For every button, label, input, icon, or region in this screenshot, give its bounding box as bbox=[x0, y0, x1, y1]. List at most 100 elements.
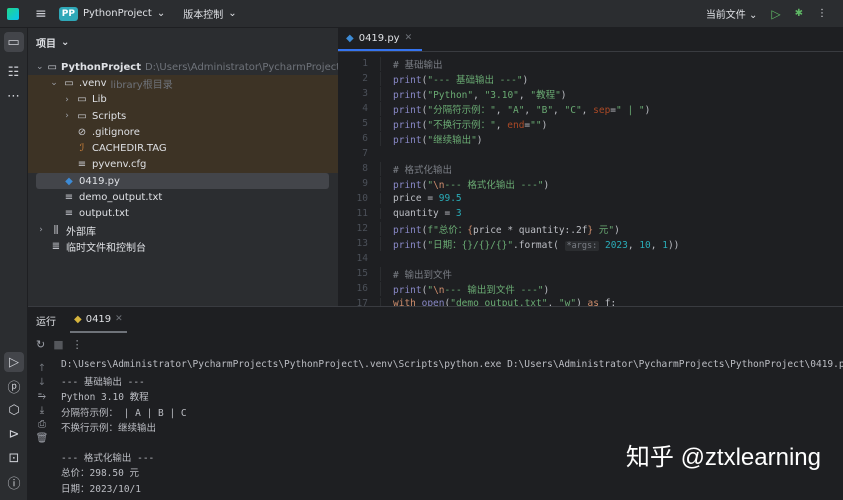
run-panel: 运行 ◆ 0419 ✕ ↻ ■ ⋮ ↑ ↓ ⥱ ⤓ ⎙ 🗑 D:\Users\Adm… bbox=[28, 306, 843, 500]
code-token: end bbox=[507, 119, 525, 131]
line-content: price = 99.5 bbox=[380, 193, 462, 204]
editor: ◆ 0419.py ✕ 1 # 基础输出 2 print("--- 基础输出 ---") 3… bbox=[338, 27, 843, 309]
pycharm-logo-icon bbox=[7, 7, 19, 20]
code-token: price * quantity:.2f bbox=[473, 224, 588, 236]
code-token: "Python" bbox=[427, 89, 474, 101]
main-menu-icon[interactable]: ≡ bbox=[35, 6, 47, 22]
code-token: , bbox=[518, 89, 531, 101]
code-token: "B" bbox=[535, 104, 554, 116]
code-token: print bbox=[393, 239, 422, 251]
project-badge: PP bbox=[58, 6, 78, 21]
tab-0419-py[interactable]: ◆ 0419.py ✕ bbox=[338, 27, 423, 51]
project-panel: 项目 ⌄ ⌄ ▭ PythonProject D:\Users\Administrato… bbox=[28, 28, 408, 306]
structure-tool-icon[interactable]: ☷ bbox=[4, 62, 24, 82]
code-token: 10 bbox=[639, 239, 651, 251]
chevron-right-icon[interactable]: › bbox=[62, 95, 72, 105]
more-tools-icon[interactable]: ⋯ bbox=[4, 86, 24, 106]
tree-item[interactable]: › ⫼ 外部库 bbox=[28, 222, 338, 238]
line-number: 12 bbox=[356, 223, 368, 234]
line-number: 11 bbox=[356, 208, 368, 219]
scratch-icon: ≣ bbox=[51, 240, 61, 252]
code-area[interactable]: 1 # 基础输出 2 print("--- 基础输出 ---") 3 print("Pyt… bbox=[338, 52, 843, 311]
tree-item[interactable]: ⌄ ▭ .venv library根目录 bbox=[28, 75, 338, 92]
folder-icon: ▭ bbox=[47, 61, 57, 73]
python-packages-icon[interactable]: ⬡ bbox=[4, 400, 24, 420]
tree-item[interactable]: ≡ pyvenv.cfg bbox=[28, 156, 338, 174]
close-icon[interactable]: ✕ bbox=[405, 33, 413, 43]
rerun-icon[interactable]: ↻ bbox=[36, 338, 45, 351]
run-config-selector[interactable]: 当前文件 ⌄ bbox=[706, 6, 758, 21]
vcs-menu[interactable]: 版本控制 ⌄ bbox=[183, 6, 236, 21]
chevron-down-icon[interactable]: ⌄ bbox=[49, 78, 59, 88]
code-token: , bbox=[581, 104, 594, 116]
code-token: , bbox=[524, 104, 536, 116]
services-icon[interactable]: ⊳ bbox=[4, 424, 24, 444]
scroll-to-end-icon[interactable]: ⤓ bbox=[40, 405, 44, 416]
line-number: 4 bbox=[362, 103, 368, 114]
line-content: print("日期：{}/{}/{}".format( *args: 2023,… bbox=[380, 236, 679, 251]
project-tool-icon[interactable]: ▭ bbox=[3, 32, 24, 52]
scroll-up-icon[interactable]: ↑ bbox=[38, 363, 46, 374]
tree-item[interactable]: ≡ output.txt bbox=[28, 206, 338, 222]
code-token: print bbox=[393, 104, 422, 116]
project-panel-header[interactable]: 项目 ⌄ bbox=[28, 28, 338, 56]
line-content: print("\n--- 格式化输出 ---") bbox=[380, 176, 549, 191]
terminal-icon[interactable]: ⊡ bbox=[4, 448, 24, 468]
code-line: 2 print("--- 基础输出 ---") bbox=[338, 71, 843, 86]
line-content: # 输出到文件 bbox=[380, 266, 452, 281]
code-token: # 格式化输出 bbox=[393, 164, 452, 176]
python-console-icon[interactable]: ⓟ bbox=[4, 376, 24, 396]
code-token: \n bbox=[433, 284, 445, 296]
more-icon[interactable]: ⋮ bbox=[72, 338, 83, 351]
tree-item-label: .venv bbox=[79, 77, 107, 89]
tree-item[interactable]: ◆ 0419.py bbox=[36, 173, 329, 190]
soft-wrap-icon[interactable]: ⥱ bbox=[38, 391, 46, 402]
code-token: "分隔符示例：" bbox=[427, 104, 496, 116]
code-token: quantity = bbox=[393, 208, 456, 219]
code-token: ) bbox=[644, 104, 651, 116]
more-icon[interactable]: ⋮ bbox=[817, 8, 827, 19]
tree-item[interactable]: ⌄ ▭ PythonProject D:\Users\Administrator\Py… bbox=[28, 59, 408, 75]
tree-item[interactable]: ⊘ .gitignore bbox=[28, 124, 338, 141]
trash-icon[interactable]: 🗑 bbox=[36, 433, 49, 444]
scroll-down-icon[interactable]: ↓ bbox=[38, 377, 46, 388]
chevron-down-icon[interactable]: ⌄ bbox=[36, 62, 44, 72]
code-token: "A" bbox=[507, 104, 525, 116]
tree-item[interactable]: › ▭ Lib bbox=[28, 91, 338, 108]
close-icon[interactable]: ✕ bbox=[115, 314, 123, 324]
stop-icon[interactable]: ■ bbox=[53, 338, 63, 351]
chevron-right-icon[interactable]: › bbox=[36, 225, 46, 235]
line-number: 2 bbox=[362, 73, 368, 84]
console-line: Python 3.10 教程 bbox=[61, 392, 149, 404]
tree-item-label: .gitignore bbox=[92, 126, 140, 138]
run-tab-0419[interactable]: ◆ 0419 ✕ bbox=[70, 307, 127, 333]
tree-item[interactable]: ℐ CACHEDIR.TAG bbox=[28, 140, 338, 157]
line-number: 13 bbox=[356, 238, 368, 249]
run-config-label: 当前文件 bbox=[705, 10, 746, 21]
console-side-tools: ↑ ↓ ⥱ ⤓ ⎙ 🗑 bbox=[30, 363, 54, 444]
tree-item[interactable]: ≡ demo_output.txt bbox=[28, 189, 338, 205]
tree-item[interactable]: › ▭ Scripts bbox=[28, 107, 338, 125]
tree-item-label: CACHEDIR.TAG bbox=[92, 143, 167, 155]
code-line: 7 bbox=[338, 146, 843, 161]
code-token: "--- 基础输出 ---" bbox=[427, 74, 523, 86]
run-panel-header: 运行 ◆ 0419 ✕ bbox=[28, 307, 843, 333]
code-token: ) bbox=[543, 284, 550, 296]
project-selector[interactable]: PP PythonProject ⌄ bbox=[58, 6, 165, 21]
code-token: , bbox=[553, 104, 565, 116]
tree-item-label: Scripts bbox=[92, 110, 127, 122]
run-tool-icon[interactable]: ▷ bbox=[4, 352, 24, 372]
tree-item-hint: library根目录 bbox=[110, 79, 173, 91]
run-icon[interactable]: ▷ bbox=[771, 7, 780, 21]
code-token: .format( bbox=[513, 239, 565, 251]
problems-icon[interactable]: ⓘ bbox=[4, 472, 24, 492]
line-content: print("继续输出") bbox=[380, 131, 483, 146]
debug-icon[interactable]: ✱ bbox=[795, 8, 803, 19]
tree-item[interactable]: ≣ 临时文件和控制台 bbox=[28, 238, 338, 254]
text-icon: ≡ bbox=[64, 192, 74, 204]
line-number: 1 bbox=[362, 58, 368, 69]
code-token: "3.10" bbox=[484, 89, 519, 101]
chevron-right-icon[interactable]: › bbox=[62, 111, 72, 121]
print-icon[interactable]: ⎙ bbox=[38, 419, 46, 430]
console-output[interactable]: D:\Users\Administrator\PycharmProjects\P… bbox=[61, 359, 843, 496]
